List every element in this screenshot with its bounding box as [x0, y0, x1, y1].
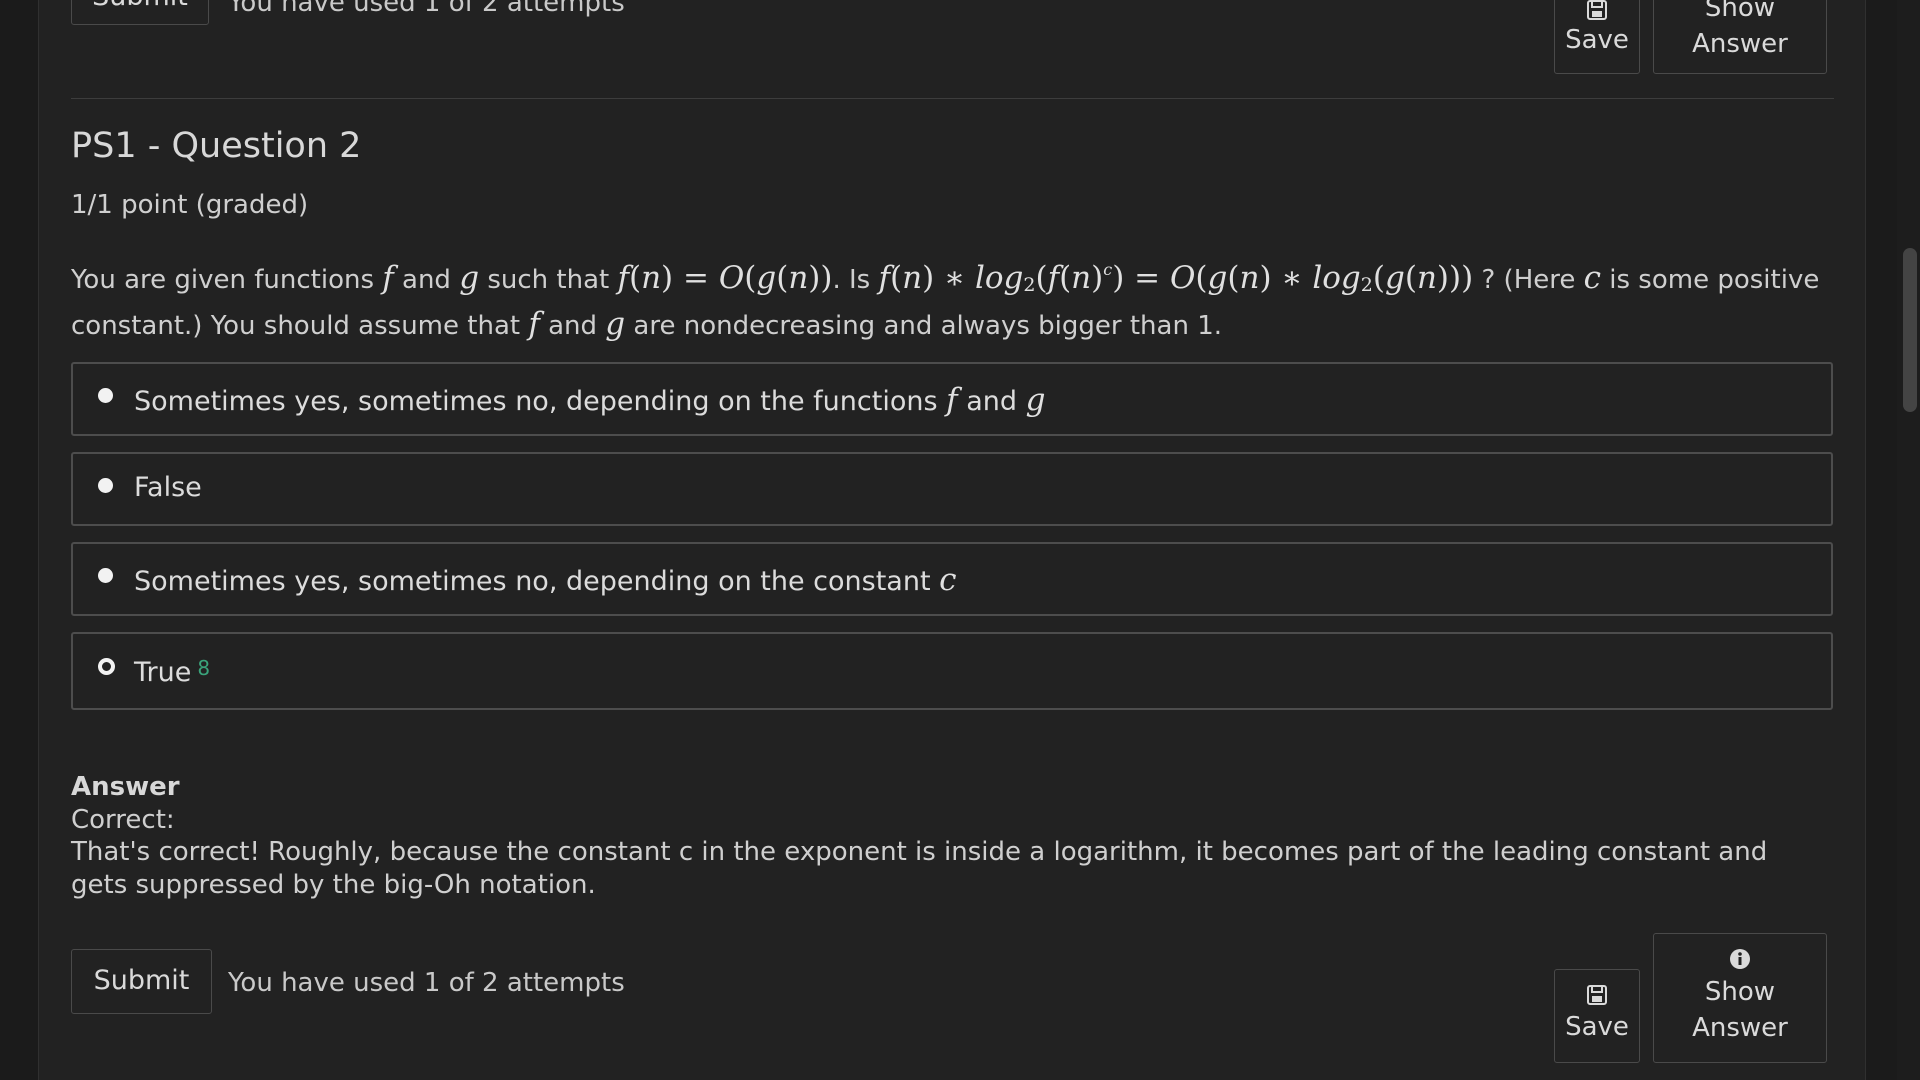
choice-label: Sometimes yes, sometimes no, depending o… [134, 562, 957, 598]
show-answer-line1: Show [1704, 977, 1776, 1007]
floppy-disk-icon [1555, 0, 1639, 21]
floppy-disk-icon [1555, 984, 1639, 1006]
choice-label: False [134, 472, 202, 503]
previous-show-answer-button[interactable]: Show Answer [1653, 0, 1827, 74]
scrollbar-track[interactable] [1897, 0, 1920, 1080]
choice-depends-functions[interactable]: Sometimes yes, sometimes no, depending o… [71, 362, 1833, 436]
submit-button[interactable]: Submit [71, 949, 212, 1014]
problem-separator [71, 98, 1834, 99]
previous-save-button[interactable]: Save [1554, 0, 1640, 74]
question-text: You are given functions f and g such tha… [71, 260, 1820, 342]
math-big-o-claim: f(n) ∗ log2(f(n)c) = O(g(n) ∗ log2(g(n))… [878, 260, 1474, 296]
choice-label: Sometimes yes, sometimes no, depending o… [134, 382, 1046, 418]
choice-true[interactable]: True 8 [71, 632, 1833, 710]
math-g: g [605, 306, 626, 342]
answer-correct-label: Correct: [71, 805, 175, 835]
math-g: g [459, 260, 480, 296]
math-f: f [528, 306, 540, 342]
previous-submit-button[interactable]: Submit [71, 0, 209, 25]
previous-save-label: Save [1565, 25, 1629, 55]
question-points: 1/1 point (graded) [71, 190, 309, 220]
info-circle-icon [1654, 948, 1826, 970]
correct-badge: 8 [197, 656, 211, 680]
math-big-o-premise: f(n) = O(g(n)) [617, 260, 833, 296]
previous-show-answer-line1: Show [1704, 0, 1776, 23]
math-f: f [382, 260, 394, 296]
attempts-text: You have used 1 of 2 attempts [228, 968, 625, 998]
previous-attempts-text: You have used 1 of 2 attempts [228, 0, 625, 18]
save-button[interactable]: Save [1554, 969, 1640, 1063]
answer-explanation: That's correct! Roughly, because the con… [71, 837, 1768, 900]
radio-button-selected[interactable] [98, 658, 115, 675]
math-c: c [1583, 260, 1601, 296]
show-answer-button[interactable]: Show Answer [1653, 933, 1827, 1063]
choice-label: True 8 [134, 656, 211, 688]
radio-button[interactable] [98, 478, 113, 493]
radio-button[interactable] [98, 388, 113, 403]
save-label: Save [1565, 1012, 1629, 1042]
answer-title: Answer [71, 772, 180, 802]
choice-depends-constant[interactable]: Sometimes yes, sometimes no, depending o… [71, 542, 1833, 616]
radio-button[interactable] [98, 568, 113, 583]
scrollbar-thumb[interactable] [1903, 248, 1917, 412]
show-answer-line2: Answer [1692, 1013, 1788, 1043]
question-title: PS1 - Question 2 [71, 126, 362, 166]
previous-show-answer-line2: Answer [1692, 29, 1788, 59]
choice-false[interactable]: False [71, 452, 1833, 526]
